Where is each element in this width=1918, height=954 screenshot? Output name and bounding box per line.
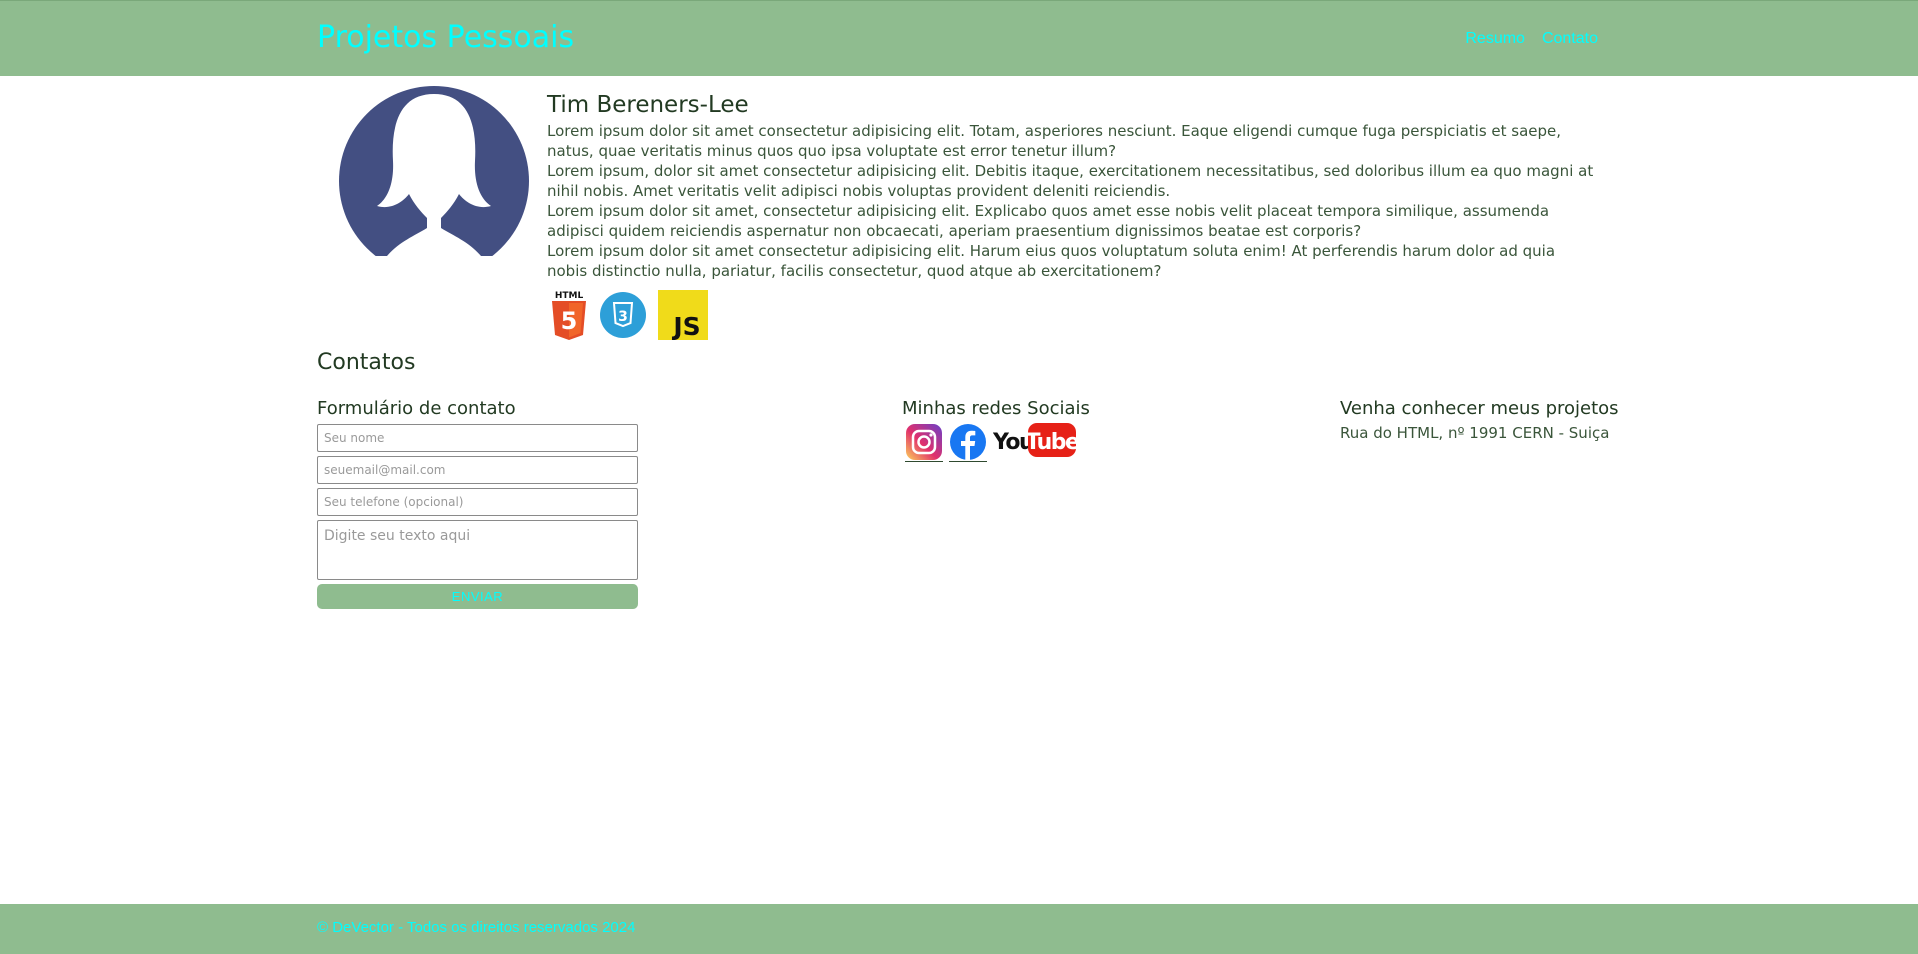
about-paragraph: Lorem ipsum, dolor sit amet consectetur … <box>547 162 1594 200</box>
page-footer: © DeVector - Todos os direitos reservado… <box>0 904 1918 954</box>
html5-label: HTML <box>555 291 584 301</box>
facebook-link[interactable] <box>949 423 987 462</box>
contact-form: Formulário de contato ENVIAR <box>317 398 639 609</box>
instagram-link[interactable] <box>905 423 943 462</box>
instagram-icon <box>905 423 943 465</box>
profile-name: Tim Bereners-Lee <box>547 92 749 118</box>
email-input[interactable] <box>317 456 638 484</box>
nav-link-resumo[interactable]: Resumo <box>1465 29 1525 49</box>
facebook-icon <box>949 423 987 465</box>
javascript-label: JS <box>671 312 700 340</box>
main-nav: Resumo Contato <box>1465 29 1598 49</box>
site-title: Projetos Pessoais <box>317 20 575 55</box>
about-paragraph: Lorem ipsum dolor sit amet consectetur a… <box>547 122 1562 160</box>
youtube-icon[interactable]: You Tube <box>992 421 1081 463</box>
projects-title: Venha conhecer meus projetos <box>1340 398 1619 419</box>
social-icons: You Tube <box>902 421 1090 463</box>
about-paragraph: Lorem ipsum dolor sit amet, consectetur … <box>547 202 1550 240</box>
phone-input[interactable] <box>317 488 638 516</box>
css3-icon: 3 <box>600 292 646 342</box>
html5-number: 5 <box>561 307 578 335</box>
name-input[interactable] <box>317 424 638 452</box>
copyright-text: © DeVector - Todos os direitos reservado… <box>317 919 636 936</box>
profile-avatar <box>339 86 529 256</box>
message-textarea[interactable] <box>317 520 638 580</box>
top-header: Projetos Pessoais Resumo Contato <box>0 0 1918 76</box>
html5-icon: HTML 5 <box>550 289 588 345</box>
youtube-label-right: Tube <box>1026 430 1077 455</box>
projects-section: Venha conhecer meus projetos Rua do HTML… <box>1340 398 1619 443</box>
about-section: Tim Bereners-Lee Lorem ipsum dolor sit a… <box>547 90 1597 281</box>
address-text: Rua do HTML, nº 1991 CERN - Suiça <box>1340 424 1610 442</box>
javascript-icon: JS <box>658 290 708 344</box>
submit-button[interactable]: ENVIAR <box>317 584 638 609</box>
contact-form-title: Formulário de contato <box>317 398 516 419</box>
about-paragraph: Lorem ipsum dolor sit amet consectetur a… <box>547 242 1556 280</box>
social-title: Minhas redes Sociais <box>902 398 1090 419</box>
skills-list: HTML 5 3 JS <box>550 289 708 345</box>
contacts-title: Contatos <box>317 350 416 375</box>
nav-link-contato[interactable]: Contato <box>1542 29 1598 49</box>
social-section: Minhas redes Sociais You Tube <box>902 398 1090 463</box>
css3-number: 3 <box>618 309 628 325</box>
